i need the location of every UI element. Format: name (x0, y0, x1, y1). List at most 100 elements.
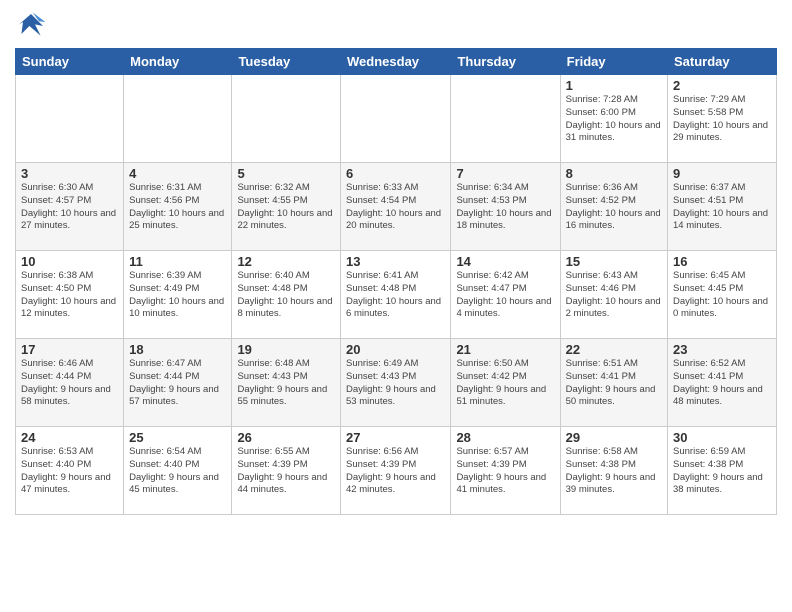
calendar-cell: 24Sunrise: 6:53 AM Sunset: 4:40 PM Dayli… (16, 427, 124, 515)
day-number: 18 (129, 342, 226, 357)
calendar-week-1: 1Sunrise: 7:28 AM Sunset: 6:00 PM Daylig… (16, 75, 777, 163)
calendar-cell: 13Sunrise: 6:41 AM Sunset: 4:48 PM Dayli… (341, 251, 451, 339)
day-info: Sunrise: 6:31 AM Sunset: 4:56 PM Dayligh… (129, 182, 226, 233)
calendar-cell: 23Sunrise: 6:52 AM Sunset: 4:41 PM Dayli… (668, 339, 777, 427)
weekday-header-wednesday: Wednesday (341, 49, 451, 75)
day-info: Sunrise: 6:32 AM Sunset: 4:55 PM Dayligh… (237, 182, 335, 233)
day-info: Sunrise: 6:54 AM Sunset: 4:40 PM Dayligh… (129, 446, 226, 497)
day-number: 27 (346, 430, 445, 445)
day-number: 12 (237, 254, 335, 269)
calendar-cell: 14Sunrise: 6:42 AM Sunset: 4:47 PM Dayli… (451, 251, 560, 339)
day-info: Sunrise: 6:59 AM Sunset: 4:38 PM Dayligh… (673, 446, 771, 497)
day-number: 30 (673, 430, 771, 445)
calendar-cell: 4Sunrise: 6:31 AM Sunset: 4:56 PM Daylig… (124, 163, 232, 251)
calendar-cell: 18Sunrise: 6:47 AM Sunset: 4:44 PM Dayli… (124, 339, 232, 427)
weekday-header-row: SundayMondayTuesdayWednesdayThursdayFrid… (16, 49, 777, 75)
day-number: 3 (21, 166, 118, 181)
weekday-header-friday: Friday (560, 49, 667, 75)
calendar-cell: 25Sunrise: 6:54 AM Sunset: 4:40 PM Dayli… (124, 427, 232, 515)
calendar-table: SundayMondayTuesdayWednesdayThursdayFrid… (15, 48, 777, 515)
day-number: 22 (566, 342, 662, 357)
calendar-cell: 3Sunrise: 6:30 AM Sunset: 4:57 PM Daylig… (16, 163, 124, 251)
day-info: Sunrise: 6:49 AM Sunset: 4:43 PM Dayligh… (346, 358, 445, 409)
weekday-header-sunday: Sunday (16, 49, 124, 75)
day-number: 10 (21, 254, 118, 269)
header (15, 10, 777, 42)
calendar-cell: 5Sunrise: 6:32 AM Sunset: 4:55 PM Daylig… (232, 163, 341, 251)
calendar-cell (124, 75, 232, 163)
calendar-cell: 21Sunrise: 6:50 AM Sunset: 4:42 PM Dayli… (451, 339, 560, 427)
calendar-cell: 11Sunrise: 6:39 AM Sunset: 4:49 PM Dayli… (124, 251, 232, 339)
day-info: Sunrise: 7:28 AM Sunset: 6:00 PM Dayligh… (566, 94, 662, 145)
day-info: Sunrise: 6:51 AM Sunset: 4:41 PM Dayligh… (566, 358, 662, 409)
calendar-cell: 30Sunrise: 6:59 AM Sunset: 4:38 PM Dayli… (668, 427, 777, 515)
day-number: 16 (673, 254, 771, 269)
calendar-body: 1Sunrise: 7:28 AM Sunset: 6:00 PM Daylig… (16, 75, 777, 515)
day-info: Sunrise: 6:48 AM Sunset: 4:43 PM Dayligh… (237, 358, 335, 409)
calendar-cell (341, 75, 451, 163)
calendar-cell: 2Sunrise: 7:29 AM Sunset: 5:58 PM Daylig… (668, 75, 777, 163)
day-info: Sunrise: 6:55 AM Sunset: 4:39 PM Dayligh… (237, 446, 335, 497)
day-number: 1 (566, 78, 662, 93)
day-info: Sunrise: 6:46 AM Sunset: 4:44 PM Dayligh… (21, 358, 118, 409)
calendar-cell: 12Sunrise: 6:40 AM Sunset: 4:48 PM Dayli… (232, 251, 341, 339)
day-info: Sunrise: 6:42 AM Sunset: 4:47 PM Dayligh… (456, 270, 554, 321)
day-info: Sunrise: 6:50 AM Sunset: 4:42 PM Dayligh… (456, 358, 554, 409)
day-info: Sunrise: 6:43 AM Sunset: 4:46 PM Dayligh… (566, 270, 662, 321)
calendar-cell: 1Sunrise: 7:28 AM Sunset: 6:00 PM Daylig… (560, 75, 667, 163)
day-info: Sunrise: 6:30 AM Sunset: 4:57 PM Dayligh… (21, 182, 118, 233)
calendar-week-5: 24Sunrise: 6:53 AM Sunset: 4:40 PM Dayli… (16, 427, 777, 515)
calendar-cell: 15Sunrise: 6:43 AM Sunset: 4:46 PM Dayli… (560, 251, 667, 339)
day-info: Sunrise: 6:58 AM Sunset: 4:38 PM Dayligh… (566, 446, 662, 497)
logo-icon (15, 10, 47, 42)
calendar-cell: 7Sunrise: 6:34 AM Sunset: 4:53 PM Daylig… (451, 163, 560, 251)
day-number: 9 (673, 166, 771, 181)
day-number: 2 (673, 78, 771, 93)
weekday-header-tuesday: Tuesday (232, 49, 341, 75)
day-info: Sunrise: 6:33 AM Sunset: 4:54 PM Dayligh… (346, 182, 445, 233)
day-number: 21 (456, 342, 554, 357)
day-number: 14 (456, 254, 554, 269)
day-number: 8 (566, 166, 662, 181)
day-number: 20 (346, 342, 445, 357)
day-number: 26 (237, 430, 335, 445)
weekday-header-saturday: Saturday (668, 49, 777, 75)
day-number: 7 (456, 166, 554, 181)
calendar-week-4: 17Sunrise: 6:46 AM Sunset: 4:44 PM Dayli… (16, 339, 777, 427)
day-info: Sunrise: 6:53 AM Sunset: 4:40 PM Dayligh… (21, 446, 118, 497)
day-info: Sunrise: 6:36 AM Sunset: 4:52 PM Dayligh… (566, 182, 662, 233)
day-info: Sunrise: 6:34 AM Sunset: 4:53 PM Dayligh… (456, 182, 554, 233)
calendar-header: SundayMondayTuesdayWednesdayThursdayFrid… (16, 49, 777, 75)
calendar-cell: 27Sunrise: 6:56 AM Sunset: 4:39 PM Dayli… (341, 427, 451, 515)
day-info: Sunrise: 6:38 AM Sunset: 4:50 PM Dayligh… (21, 270, 118, 321)
day-info: Sunrise: 6:56 AM Sunset: 4:39 PM Dayligh… (346, 446, 445, 497)
day-info: Sunrise: 6:41 AM Sunset: 4:48 PM Dayligh… (346, 270, 445, 321)
calendar-cell: 26Sunrise: 6:55 AM Sunset: 4:39 PM Dayli… (232, 427, 341, 515)
calendar-cell: 29Sunrise: 6:58 AM Sunset: 4:38 PM Dayli… (560, 427, 667, 515)
day-number: 11 (129, 254, 226, 269)
weekday-header-monday: Monday (124, 49, 232, 75)
day-number: 5 (237, 166, 335, 181)
day-number: 15 (566, 254, 662, 269)
day-info: Sunrise: 6:39 AM Sunset: 4:49 PM Dayligh… (129, 270, 226, 321)
day-number: 24 (21, 430, 118, 445)
day-info: Sunrise: 6:47 AM Sunset: 4:44 PM Dayligh… (129, 358, 226, 409)
calendar-cell: 22Sunrise: 6:51 AM Sunset: 4:41 PM Dayli… (560, 339, 667, 427)
weekday-header-thursday: Thursday (451, 49, 560, 75)
calendar-cell: 19Sunrise: 6:48 AM Sunset: 4:43 PM Dayli… (232, 339, 341, 427)
calendar-cell (16, 75, 124, 163)
day-info: Sunrise: 6:40 AM Sunset: 4:48 PM Dayligh… (237, 270, 335, 321)
day-info: Sunrise: 6:45 AM Sunset: 4:45 PM Dayligh… (673, 270, 771, 321)
day-number: 23 (673, 342, 771, 357)
day-number: 6 (346, 166, 445, 181)
calendar-page: SundayMondayTuesdayWednesdayThursdayFrid… (0, 0, 792, 612)
logo (15, 10, 51, 42)
day-number: 25 (129, 430, 226, 445)
calendar-cell: 20Sunrise: 6:49 AM Sunset: 4:43 PM Dayli… (341, 339, 451, 427)
day-info: Sunrise: 7:29 AM Sunset: 5:58 PM Dayligh… (673, 94, 771, 145)
calendar-week-3: 10Sunrise: 6:38 AM Sunset: 4:50 PM Dayli… (16, 251, 777, 339)
calendar-week-2: 3Sunrise: 6:30 AM Sunset: 4:57 PM Daylig… (16, 163, 777, 251)
calendar-cell (232, 75, 341, 163)
day-info: Sunrise: 6:57 AM Sunset: 4:39 PM Dayligh… (456, 446, 554, 497)
day-number: 19 (237, 342, 335, 357)
